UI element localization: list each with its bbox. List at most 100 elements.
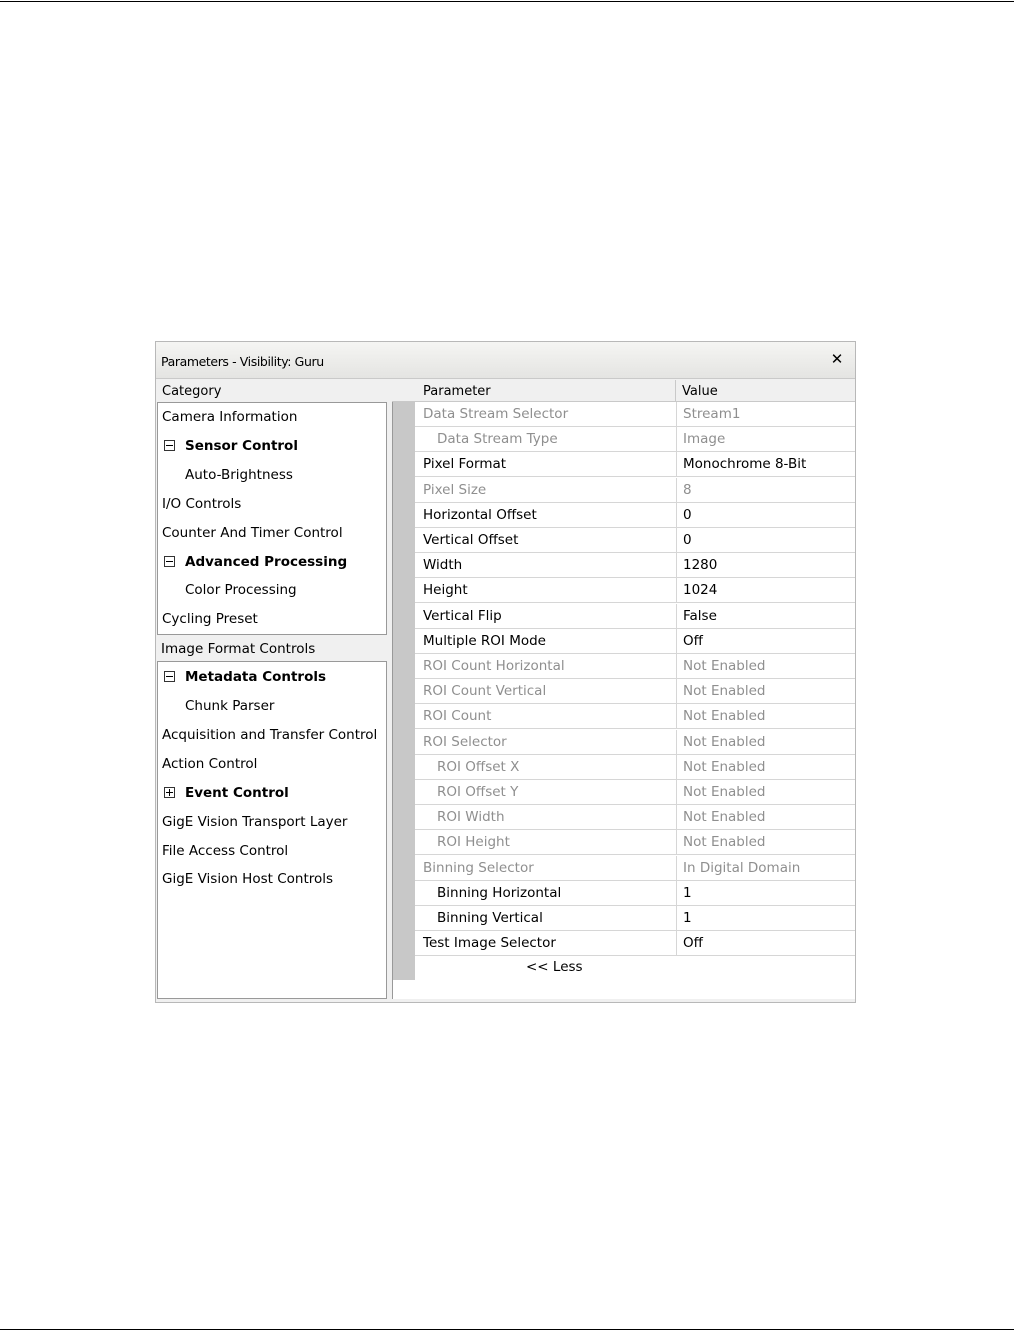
parameter-row[interactable]: ROI Count Vertical Not Enabled [415,679,855,705]
tree-collapse-icon[interactable] [164,671,175,683]
parameter-row[interactable]: Binning Horizontal 1 [415,880,855,906]
tree-collapse-icon[interactable] [164,439,175,451]
parameter-row[interactable]: ROI Count Horizontal Not Enabled [415,654,855,679]
parameter-value[interactable]: False [676,603,855,628]
parameter-row[interactable]: ROI Count Not Enabled [415,704,855,730]
parameter-row[interactable]: ROI Width Not Enabled [415,805,855,831]
category-item[interactable]: File Access Control [158,837,386,865]
parameter-value: Not Enabled [676,729,855,754]
category-item[interactable]: Acquisition and Transfer Control [158,721,386,749]
tree-expand-icon[interactable] [164,786,175,798]
category-item[interactable]: Auto-Brightness [158,461,386,489]
category-item-label: GigE Vision Transport Layer [162,813,348,830]
category-item[interactable]: Advanced Processing [158,548,386,576]
category-item[interactable]: Chunk Parser [158,692,386,720]
close-icon[interactable]: ✕ [829,351,845,367]
parameter-name: Multiple ROI Mode [423,632,546,649]
parameter-value[interactable]: 1024 [676,578,855,603]
parameter-row[interactable]: Data Stream Type Image [415,427,855,453]
parameter-row[interactable]: Vertical Offset 0 [415,528,855,553]
parameter-value[interactable]: 1280 [676,553,855,578]
parameter-row[interactable]: ROI Offset X Not Enabled [415,754,855,780]
category-item-label: GigE Vision Host Controls [162,871,334,888]
parameter-row[interactable]: Horizontal Offset 0 [415,502,855,528]
parameter-value: In Digital Domain [676,855,855,880]
less-button[interactable]: << Less [526,959,583,975]
parameter-name: ROI Count [423,708,492,725]
column-separator[interactable] [675,380,676,402]
column-header-parameter[interactable]: Parameter [423,384,491,399]
category-list[interactable]: Camera Information Sensor Control Auto-Bri… [157,402,387,999]
category-item-label: Color Processing [185,582,297,599]
parameter-value: Not Enabled [676,780,855,804]
category-item-label: File Access Control [162,842,289,859]
parameter-grid-area: Parameter Value Data Stream Selector Stre… [392,380,855,999]
parameter-row[interactable]: Data Stream Selector Stream1 [415,402,855,427]
parameter-name: Pixel Format [423,456,507,473]
parameter-name: Pixel Size [423,481,487,498]
parameter-value: Stream1 [676,402,855,426]
parameter-name: ROI Offset X [437,758,520,775]
parameter-row[interactable]: Test Image Selector Off [415,931,855,957]
category-item[interactable]: Color Processing [158,576,386,604]
category-item[interactable]: GigE Vision Transport Layer [158,808,386,836]
parameter-value[interactable]: Off [676,931,855,956]
parameter-value: Not Enabled [676,679,855,704]
window-titlebar: Parameters - Visibility: Guru ✕ [156,342,855,379]
parameter-name: ROI Count Vertical [423,683,547,700]
category-item-label: Acquisition and Transfer Control [162,726,378,743]
category-item-label: Counter And Timer Control [162,524,343,541]
parameter-value: Image [676,427,855,452]
category-item-label: Image Format Controls [161,641,316,658]
category-item[interactable]: Sensor Control [158,432,386,460]
parameter-value: 8 [676,477,855,502]
parameter-name: Binning Vertical [437,910,543,926]
parameter-value: Not Enabled [676,754,855,779]
category-item[interactable]: Camera Information [158,403,386,431]
category-item[interactable]: Counter And Timer Control [158,519,386,547]
category-item-label: Action Control [162,755,258,772]
parameter-name: Vertical Offset [423,532,519,548]
parameter-row[interactable]: Pixel Size 8 [415,477,855,503]
tree-collapse-icon[interactable] [164,555,175,567]
window-title: Parameters - Visibility: Guru [161,354,324,369]
parameter-row[interactable]: Binning Vertical 1 [415,906,855,931]
parameter-name: Binning Selector [423,859,534,876]
parameter-value: Not Enabled [676,654,855,678]
column-header-value[interactable]: Value [682,384,718,399]
category-item[interactable]: Event Control [158,779,386,807]
parameter-value[interactable]: Monochrome 8-Bit [676,452,855,477]
parameter-grid-header: Parameter Value [392,380,855,402]
parameter-name: Test Image Selector [423,935,556,952]
category-item[interactable]: Action Control [158,750,386,778]
parameter-name: ROI Width [437,809,505,826]
parameter-value[interactable]: 1 [676,906,855,930]
category-item-label: Sensor Control [185,437,298,454]
parameter-value[interactable]: Off [676,628,855,653]
category-item[interactable]: Cycling Preset [158,605,386,633]
category-item-label: Cycling Preset [162,611,258,628]
parameter-value[interactable]: 0 [676,502,855,527]
page-bottom-rule [0,1329,1014,1330]
category-item[interactable]: I/O Controls [158,490,386,518]
parameter-value[interactable]: 0 [676,528,855,552]
parameter-row[interactable]: Pixel Format Monochrome 8-Bit [415,452,855,478]
parameter-row[interactable]: ROI Selector Not Enabled [415,729,855,755]
parameter-value: Not Enabled [676,830,855,855]
category-item-label: I/O Controls [162,495,242,512]
category-item-label: Auto-Brightness [185,466,293,483]
parameter-name: Horizontal Offset [423,506,537,523]
category-item[interactable]: GigE Vision Host Controls [158,865,386,893]
parameter-row[interactable]: Height 1024 [415,578,855,604]
parameter-row[interactable]: ROI Height Not Enabled [415,830,855,856]
category-item[interactable]: Metadata Controls [158,663,386,691]
parameter-row[interactable]: Multiple ROI Mode Off [415,628,855,654]
parameter-row[interactable]: Binning Selector In Digital Domain [415,855,855,881]
parameter-row[interactable]: ROI Offset Y Not Enabled [415,780,855,805]
parameter-value: Not Enabled [676,704,855,729]
parameter-row[interactable]: Width 1280 [415,553,855,579]
category-item[interactable]: Image Format Controls [157,634,387,663]
parameter-row[interactable]: Vertical Flip False [415,603,855,629]
category-item-label: Chunk Parser [185,698,275,714]
parameter-value[interactable]: 1 [676,880,855,905]
